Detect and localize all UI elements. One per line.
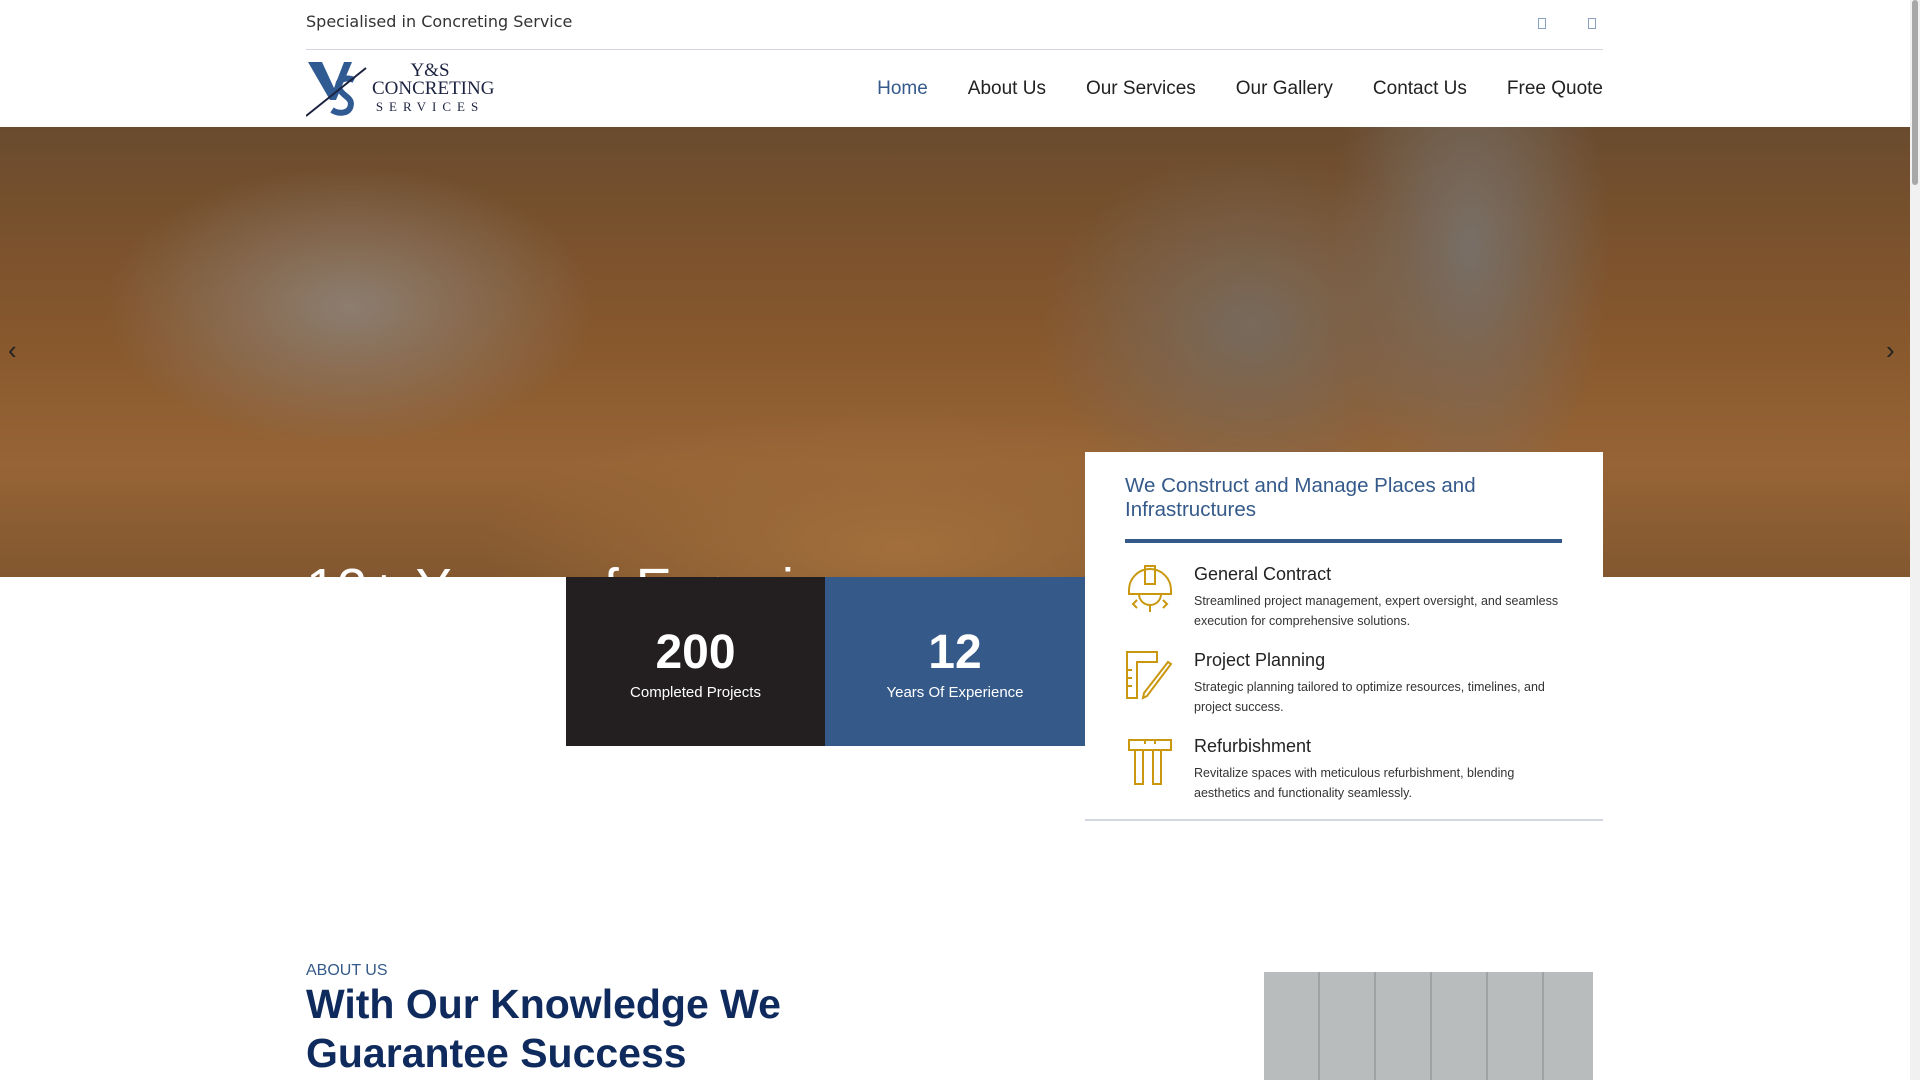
scrollbar[interactable]: [1910, 0, 1920, 1080]
nav-home[interactable]: Home: [877, 78, 928, 100]
nav-free-quote[interactable]: Free Quote: [1507, 78, 1603, 100]
instagram-icon[interactable]: [1588, 18, 1596, 29]
slider-prev-arrow-icon[interactable]: ‹: [8, 335, 17, 366]
service-desc: Strategic planning tailored to optimize …: [1194, 680, 1545, 714]
card-heading: We Construct and Manage Places and Infra…: [1125, 474, 1476, 521]
stat-value: 12: [928, 626, 982, 679]
stat-completed-projects: 200 Completed Projects: [566, 577, 825, 746]
facebook-icon[interactable]: [1538, 18, 1546, 29]
service-title: Project Planning: [1194, 650, 1326, 670]
nav-contact-us[interactable]: Contact Us: [1373, 78, 1467, 100]
ruler-pencil-icon: [1126, 651, 1173, 700]
service-title: Refurbishment: [1194, 736, 1312, 756]
stat-value: 200: [655, 626, 736, 679]
service-title: General Contract: [1194, 564, 1332, 584]
service-desc: Streamlined project management, expert o…: [1194, 594, 1559, 628]
helmet-gear-icon: [1128, 565, 1172, 612]
about-kicker: ABOUT US: [306, 962, 388, 979]
about-headline: With Our Knowledge We Guarantee Success: [306, 980, 781, 1078]
stat-years-experience: 12 Years Of Experience: [825, 577, 1085, 746]
caliper-tool-icon: [1128, 739, 1172, 785]
concrete-slab-image: [1264, 972, 1593, 1080]
scrollbar-thumb[interactable]: [1912, 0, 1918, 185]
logo-text: CONCRETING: [372, 78, 495, 99]
logo[interactable]: Y&S CONCRETING SERVICES: [306, 60, 495, 118]
hero-title: 12+ Years of Experience: [306, 558, 916, 577]
logo-mark-icon: [306, 62, 367, 117]
service-desc: Revitalize spaces with meticulous refurb…: [1194, 766, 1515, 800]
main-nav: Home About Us Our Services Our Gallery C…: [877, 78, 1603, 100]
hero-slider: [0, 127, 1910, 577]
nav-about-us[interactable]: About Us: [968, 78, 1046, 100]
tagline: Specialised in Concreting Service: [306, 12, 573, 31]
top-bar: Specialised in Concreting Service: [306, 0, 1603, 50]
nav-our-services[interactable]: Our Services: [1086, 78, 1196, 100]
heading-underline: [1125, 539, 1562, 543]
about-headline-line: Guarantee Success: [306, 1030, 687, 1076]
nav-our-gallery[interactable]: Our Gallery: [1236, 78, 1333, 100]
services-card: We Construct and Manage Places and Infra…: [1085, 452, 1603, 821]
slider-next-arrow-icon[interactable]: ›: [1886, 335, 1895, 366]
stat-label: Years Of Experience: [886, 684, 1024, 701]
stat-label: Completed Projects: [630, 684, 761, 701]
logo-text: SERVICES: [375, 99, 485, 114]
about-headline-line: With Our Knowledge We: [306, 981, 781, 1027]
